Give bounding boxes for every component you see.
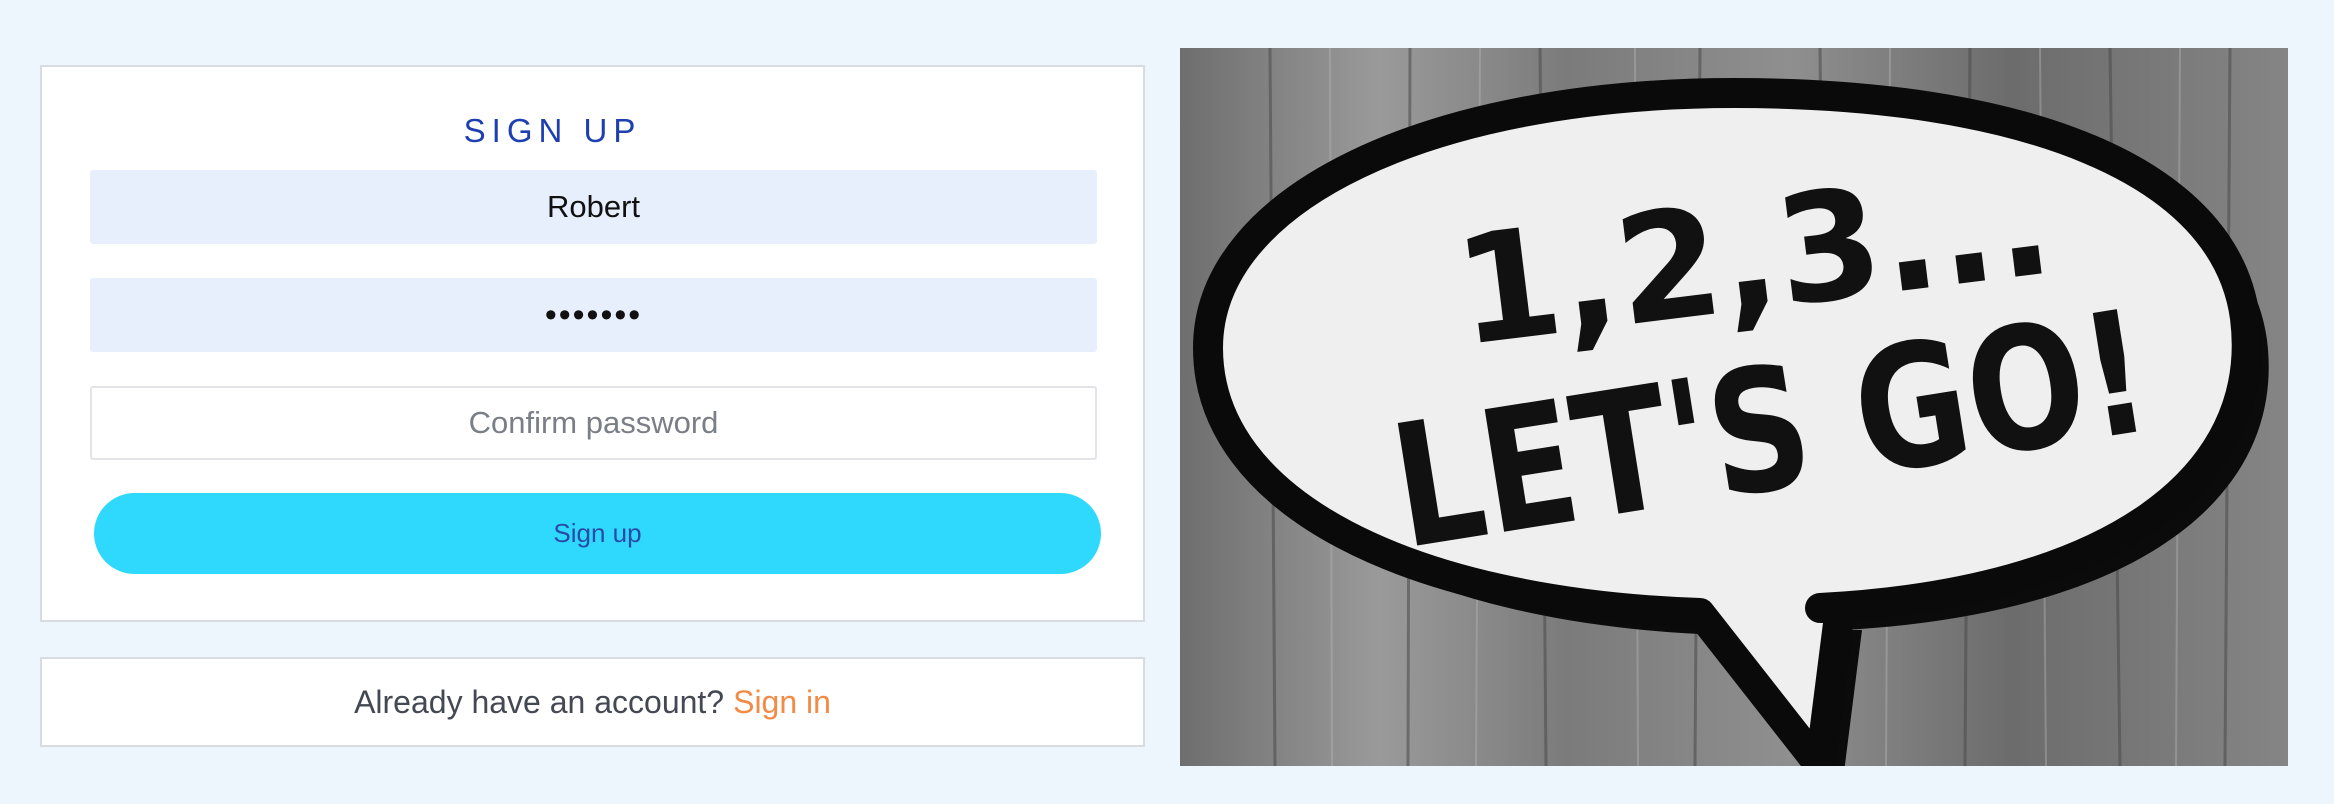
confirm-password-field[interactable] (90, 386, 1097, 460)
signin-link[interactable]: Sign in (733, 684, 831, 721)
signin-prompt: Already have an account? Sign in (40, 657, 1145, 747)
username-field[interactable] (90, 170, 1097, 244)
signup-page: SIGN UP Sign up Already have an account?… (0, 0, 2334, 804)
signin-question: Already have an account? (354, 683, 725, 720)
signup-title: SIGN UP (463, 112, 642, 149)
password-field[interactable] (90, 278, 1097, 352)
hero-image: 1,2,3... LET'S GO! (1180, 48, 2288, 766)
signup-button[interactable]: Sign up (94, 493, 1101, 574)
speech-bubble-graffiti: 1,2,3... LET'S GO! (1193, 48, 2269, 766)
